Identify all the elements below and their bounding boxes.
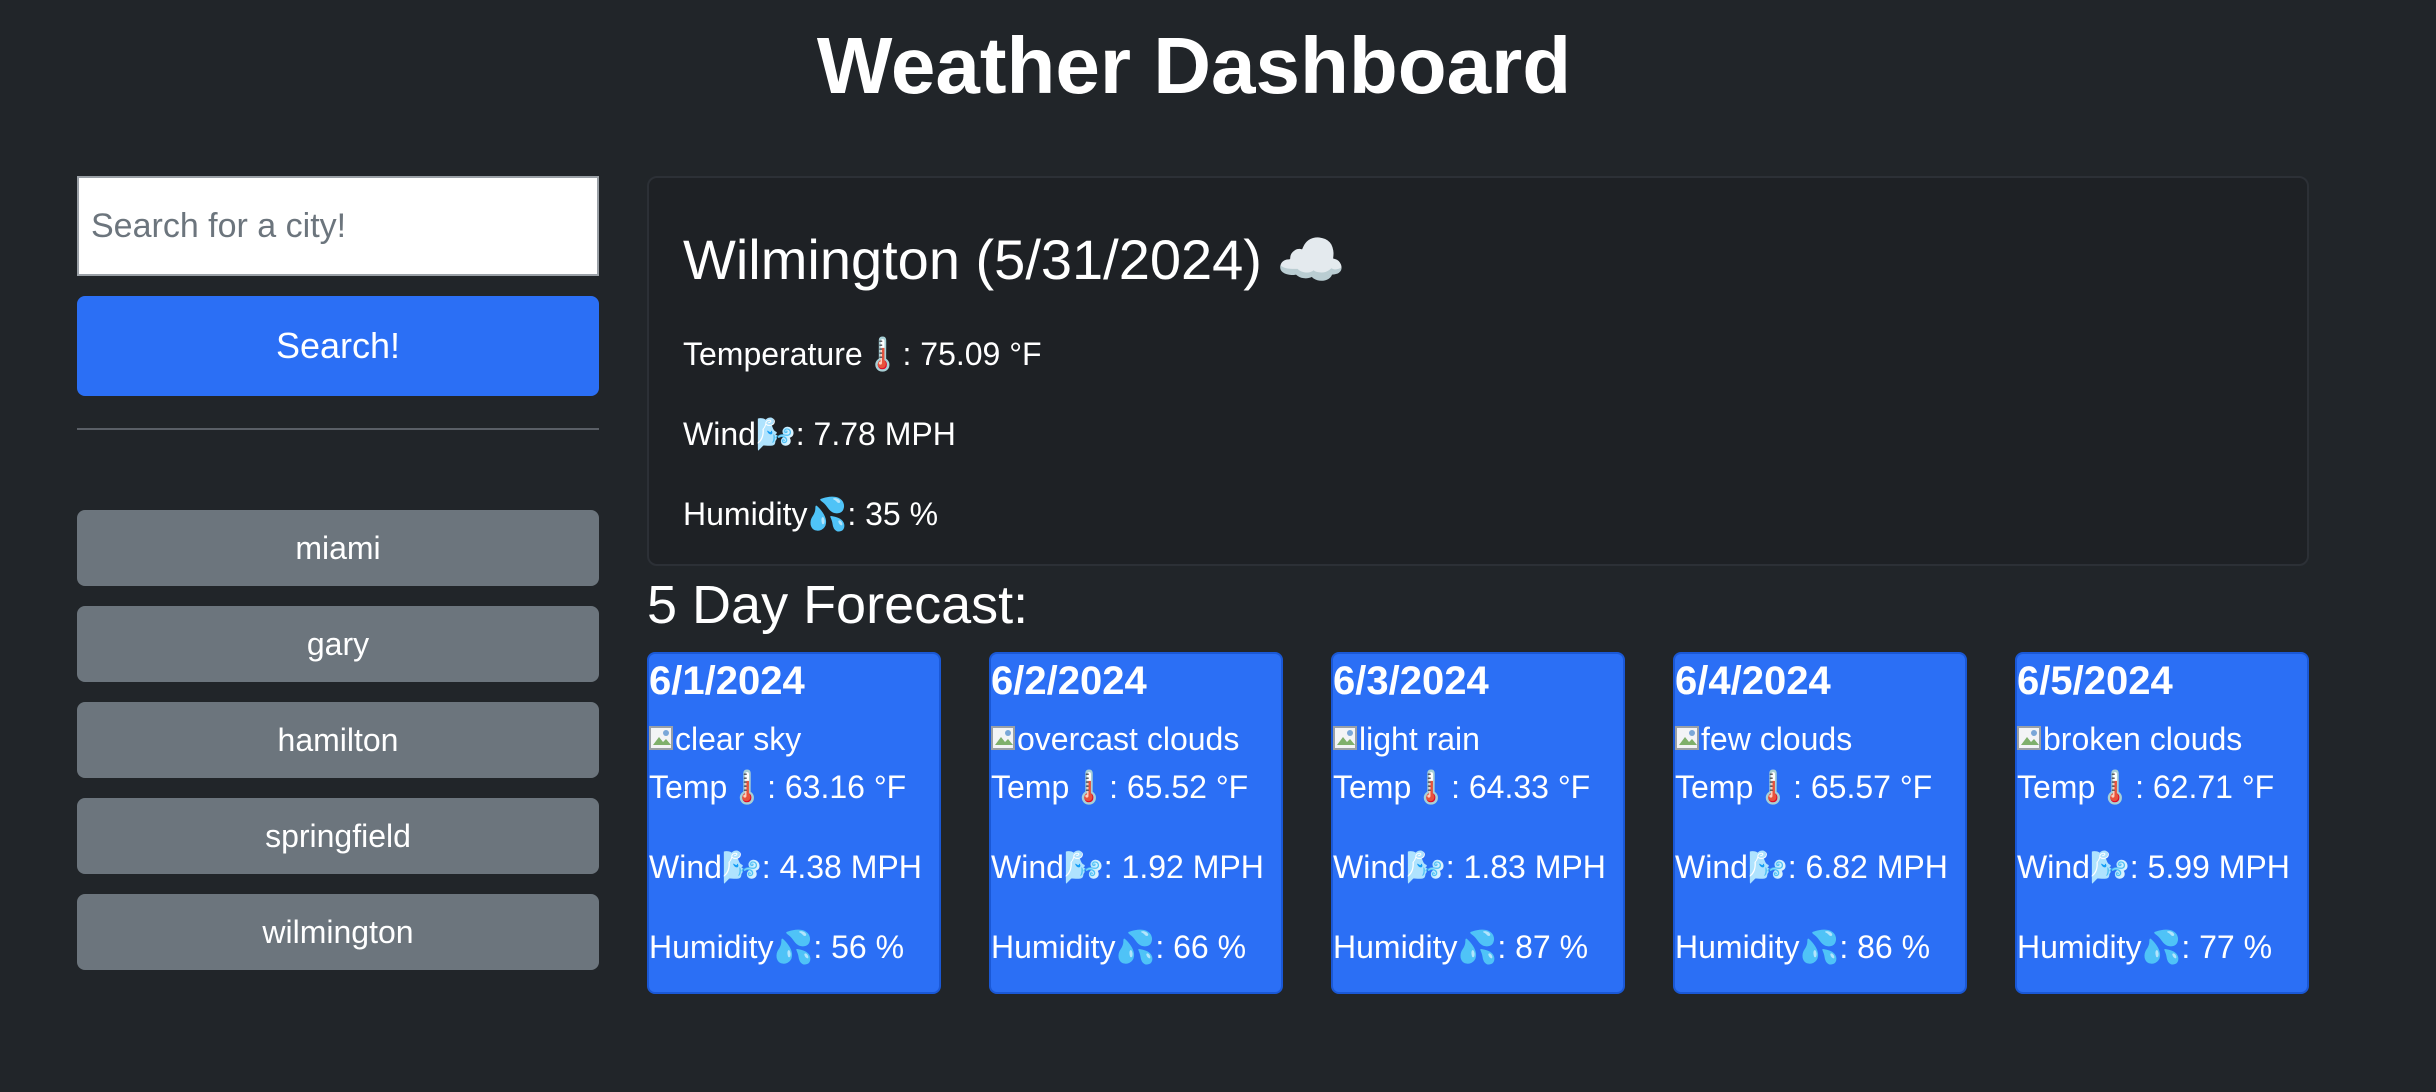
broken-image-icon [1675,726,1701,752]
broken-image-icon [2017,726,2043,752]
history-button-springfield[interactable]: springfield [77,798,599,874]
current-weather-card: Wilmington (5/31/2024) ☁️ Temperature🌡️: … [647,176,2309,566]
city-date: Wilmington (5/31/2024) [683,228,1262,291]
forecast-description: light rain [1359,721,1480,757]
forecast-temp: Temp🌡️: 64.33 °F [1333,769,1591,805]
forecast-weather-image: light rain [1333,720,1623,758]
forecast-weather-image: overcast clouds [991,720,1281,758]
divider [77,428,599,430]
history-button-gary[interactable]: gary [77,606,599,682]
forecast-humidity: Humidity💦: 56 % [649,929,905,965]
search-button[interactable]: Search! [77,296,599,396]
forecast-temp: Temp🌡️: 65.57 °F [1675,769,1933,805]
history-button-wilmington[interactable]: wilmington [77,894,599,970]
forecast-date: 6/4/2024 [1675,659,1831,703]
forecast-description: clear sky [675,721,802,757]
forecast-temp: Temp🌡️: 63.16 °F [649,769,907,805]
forecast-date: 6/2/2024 [991,659,1147,703]
forecast-date: 6/3/2024 [1333,659,1489,703]
forecast-wind: Wind🌬️: 6.82 MPH [1675,849,1948,885]
cloud-icon: ☁️ [1275,228,1346,291]
forecast-temp: Temp🌡️: 62.71 °F [2017,769,2275,805]
forecast-description: broken clouds [2043,721,2243,757]
forecast-card: 6/2/2024 overcast clouds Temp🌡️: 65.52 °… [989,652,1283,994]
current-humidity: Humidity💦: 35 % [683,496,939,532]
forecast-humidity: Humidity💦: 86 % [1675,929,1931,965]
forecast-weather-image: clear sky [649,720,939,758]
broken-image-icon [649,726,675,752]
forecast-humidity: Humidity💦: 77 % [2017,929,2273,965]
forecast-title: 5 Day Forecast: [647,575,1029,635]
search-history: miami gary hamilton springfield wilmingt… [77,510,599,970]
forecast-card: 6/5/2024 broken clouds Temp🌡️: 62.71 °F … [2015,652,2309,994]
forecast-card: 6/3/2024 light rain Temp🌡️: 64.33 °F Win… [1331,652,1625,994]
forecast-card: 6/1/2024 clear sky Temp🌡️: 63.16 °F Wind… [647,652,941,994]
current-weather-heading: Wilmington (5/31/2024) ☁️ [683,224,2307,296]
search-input[interactable] [77,176,599,276]
current-temperature: Temperature🌡️: 75.09 °F [683,336,1042,372]
forecast-card: 6/4/2024 few clouds Temp🌡️: 65.57 °F Win… [1673,652,1967,994]
forecast-row: 6/1/2024 clear sky Temp🌡️: 63.16 °F Wind… [647,652,2309,994]
forecast-date: 6/1/2024 [649,659,805,703]
current-wind: Wind🌬️: 7.78 MPH [683,416,956,452]
forecast-wind: Wind🌬️: 5.99 MPH [2017,849,2290,885]
page-title: Weather Dashboard [816,21,1572,110]
forecast-temp: Temp🌡️: 65.52 °F [991,769,1249,805]
forecast-date: 6/5/2024 [2017,659,2173,703]
history-button-miami[interactable]: miami [77,510,599,586]
broken-image-icon [1333,726,1359,752]
forecast-humidity: Humidity💦: 87 % [1333,929,1589,965]
forecast-description: overcast clouds [1017,721,1240,757]
sidebar: Search! miami gary hamilton springfield … [77,176,599,990]
forecast-description: few clouds [1701,721,1853,757]
forecast-wind: Wind🌬️: 1.83 MPH [1333,849,1606,885]
forecast-wind: Wind🌬️: 1.92 MPH [991,849,1264,885]
forecast-weather-image: few clouds [1675,720,1965,758]
history-button-hamilton[interactable]: hamilton [77,702,599,778]
forecast-humidity: Humidity💦: 66 % [991,929,1247,965]
broken-image-icon [991,726,1017,752]
forecast-weather-image: broken clouds [2017,720,2307,758]
forecast-wind: Wind🌬️: 4.38 MPH [649,849,922,885]
